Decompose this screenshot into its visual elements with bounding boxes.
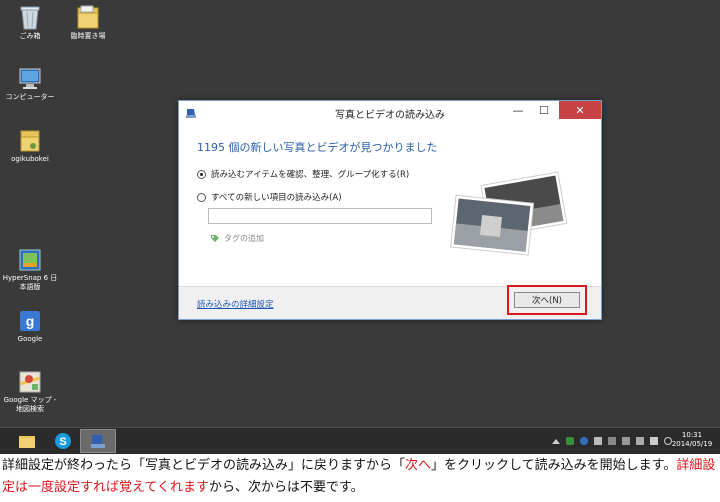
desktop-icon-label: Google マップ - 地図検索 [3,396,57,413]
tray-flag-icon[interactable] [636,437,644,445]
desktop-icon-label: ごみ箱 [19,32,41,40]
desktop-icon-label: HyperSnap 6 日本語版 [2,274,58,291]
import-app-icon [91,435,105,448]
minimize-icon: — [512,103,524,117]
caption-part1: 詳細設定が終わったら「写真とビデオの読み込み」に戻りますから「 [2,458,406,473]
close-button[interactable]: ✕ [559,101,601,119]
maximize-icon: ☐ [539,103,549,117]
folder-icon [77,5,99,29]
photo-stack-illustration [450,171,568,256]
svg-text:g: g [26,313,35,329]
option-import-all-label: すべての新しい項目の読み込み(A) [211,193,342,203]
add-tags-label: タグの追加 [224,234,264,243]
desktop-icon-label: 臨時置き場 [70,32,106,40]
found-items-heading: 1195 個の新しい写真とビデオが見つかりました [197,141,438,154]
minimize-button[interactable]: — [505,101,531,119]
taskbar-photo-import[interactable] [80,429,116,453]
clock-time: 10:31 [681,431,703,439]
radio-import-all[interactable] [197,192,206,202]
tray-volume-icon[interactable] [650,437,658,445]
desktop-icon-hypersnap[interactable]: HyperSnap 6 日本語版 [0,248,60,292]
user-folder-icon [20,130,40,152]
tray-app-icon[interactable] [580,437,588,445]
next-button-highlight: 次へ(N) [507,285,587,315]
svg-text:S: S [59,436,66,448]
system-tray [552,434,672,448]
desktop-icon-google[interactable]: g Google [0,309,60,344]
desktop: ごみ箱 臨時置き場 コンピューター ogikubokei HyperSnap 6… [0,0,720,427]
tray-network-icon[interactable] [622,437,630,445]
desktop-icon-label: ogikubokei [11,155,49,163]
next-button[interactable]: 次へ(N) [514,292,580,308]
option-review-organize[interactable]: 読み込むアイテムを確認、整理、グループ化する(R) [197,168,409,180]
maximize-button[interactable]: ☐ [531,101,557,119]
dialog-footer: 読み込みの詳細設定 次へ(N) [179,285,601,319]
taskbar-skype[interactable]: S [45,429,81,453]
map-icon [19,371,41,393]
add-tags-link[interactable]: タグの追加 [210,233,264,244]
desktop-icon-recycle-bin[interactable]: ごみ箱 [0,4,60,41]
folder-icon [19,436,35,448]
google-icon: g [20,311,40,331]
instruction-caption: 詳細設定が終わったら「写真とビデオの読み込み」に戻りますから「次へ」をクリックし… [0,455,720,499]
taskbar-explorer[interactable] [9,429,45,453]
caption-part3: 」をクリックして読み込みを開始します。 [431,458,677,473]
tray-app-icon[interactable] [566,437,574,445]
radio-review-organize[interactable] [197,169,206,179]
computer-icon [19,68,41,89]
skype-icon: S [55,433,71,449]
option-import-all[interactable]: すべての新しい項目の読み込み(A) [197,191,342,203]
desktop-icon-user-folder[interactable]: ogikubokei [0,127,60,164]
recycle-bin-icon [20,6,40,30]
import-name-input[interactable] [208,208,432,224]
option-review-organize-label: 読み込むアイテムを確認、整理、グループ化する(R) [211,170,410,180]
caption-part5: から、次からは不要です。 [208,480,364,495]
dialog-titlebar[interactable]: 写真とビデオの読み込み — ☐ ✕ [179,101,601,123]
import-dialog: 写真とビデオの読み込み — ☐ ✕ 1195 個の新しい写真とビデオが見つかりま… [178,100,602,320]
tag-icon [211,234,219,242]
desktop-icon-computer[interactable]: コンピューター [0,67,60,102]
close-icon: ✕ [575,103,585,117]
advanced-settings-link[interactable]: 読み込みの詳細設定 [197,298,274,310]
clock-date: 2014/05/19 [671,440,713,448]
taskbar-clock[interactable]: 10:31 2014/05/19 [670,431,714,449]
desktop-icon-label: コンピューター [5,93,55,101]
tray-arrow-icon[interactable] [552,438,560,444]
tray-app-icon[interactable] [594,437,602,445]
desktop-icon-google-maps[interactable]: Google マップ - 地図検索 [0,370,60,414]
caption-next-highlight: 次へ [405,458,432,473]
taskbar: S 10:31 2014/05/19 [0,427,720,454]
hypersnap-icon [19,249,41,271]
desktop-icon-label: Google [17,335,43,343]
desktop-icon-temp-folder[interactable]: 臨時置き場 [58,4,118,41]
tray-app-icon[interactable] [608,437,616,445]
